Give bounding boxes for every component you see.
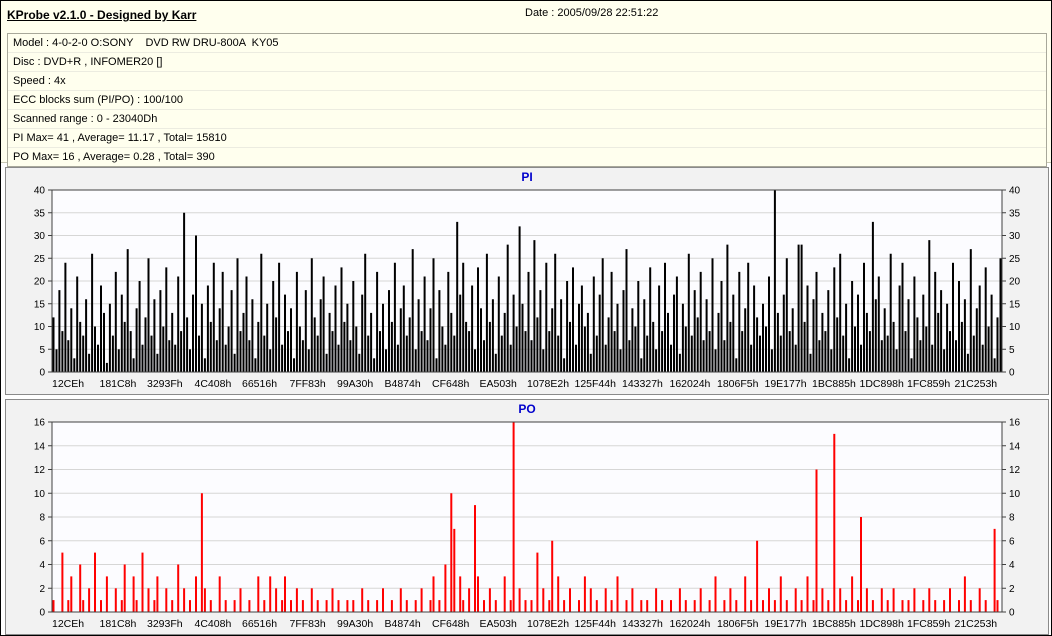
svg-text:20: 20 [1009, 277, 1021, 288]
x-axis-pi: 12CEh 181C8h 3293Fh 4C408h 66516h 7FF83h 99A30… [52, 378, 997, 390]
svg-text:12: 12 [1009, 465, 1021, 476]
svg-text:CF648h: CF648h [432, 378, 470, 390]
svg-text:0: 0 [39, 368, 45, 379]
svg-text:19E177h: 19E177h [765, 378, 807, 390]
svg-text:21C253h: 21C253h [955, 618, 998, 630]
svg-text:25: 25 [34, 254, 46, 265]
svg-text:4: 4 [1009, 560, 1015, 571]
svg-text:10: 10 [1009, 322, 1021, 333]
svg-text:3293Fh: 3293Fh [147, 618, 183, 630]
svg-text:143327h: 143327h [622, 378, 663, 390]
svg-text:EA503h: EA503h [480, 378, 518, 390]
svg-text:40: 40 [34, 186, 46, 197]
svg-text:15: 15 [1009, 299, 1021, 310]
scan-date: Date : 2005/09/28 22:51:22 [525, 7, 659, 19]
svg-text:125F44h: 125F44h [575, 378, 617, 390]
svg-text:2: 2 [39, 584, 45, 595]
svg-text:1078E2h: 1078E2h [527, 378, 569, 390]
info-line: ECC blocks sum (PI/PO) : 100/100 [8, 91, 1046, 110]
app-title: KProbe v2.1.0 - Designed by Karr [7, 8, 197, 22]
svg-text:16: 16 [1009, 418, 1021, 429]
svg-text:181C8h: 181C8h [100, 378, 137, 390]
svg-text:0: 0 [1009, 368, 1015, 379]
svg-text:7FF83h: 7FF83h [290, 618, 326, 630]
svg-text:16: 16 [34, 418, 46, 429]
chart-plot-pi: 0 0 5 5 10 10 15 15 20 20 25 25 30 30 35 35 40 40 12CEh 181… [34, 186, 1021, 390]
svg-text:4: 4 [39, 560, 45, 571]
kprobe-window: KProbe v2.1.0 - Designed by Karr Date : … [0, 0, 1052, 636]
svg-text:10: 10 [34, 322, 46, 333]
svg-text:5: 5 [39, 345, 45, 356]
svg-text:12CEh: 12CEh [52, 378, 84, 390]
chart-title-po: PO [518, 402, 536, 416]
info-line: PO Max= 16 , Average= 0.28 , Total= 390 [13, 151, 215, 163]
svg-text:3293Fh: 3293Fh [147, 378, 183, 390]
chart-title-pi: PI [521, 170, 533, 184]
svg-text:4C408h: 4C408h [195, 618, 232, 630]
x-axis-po: 12CEh 181C8h 3293Fh 4C408h 66516h 7FF83h 99A30… [52, 618, 997, 630]
svg-text:6: 6 [39, 536, 45, 547]
chart-plot-po: 0 0 2 2 4 4 6 6 8 8 10 10 12 12 14 14 16 16 12CEh 181C8h 329… [34, 418, 1021, 630]
svg-text:21C253h: 21C253h [955, 378, 998, 390]
svg-text:162024h: 162024h [670, 378, 711, 390]
svg-text:1DC898h: 1DC898h [860, 378, 905, 390]
svg-text:10: 10 [1009, 489, 1021, 500]
svg-text:66516h: 66516h [242, 378, 277, 390]
svg-text:1BC885h: 1BC885h [812, 378, 856, 390]
svg-text:10: 10 [34, 489, 46, 500]
svg-text:14: 14 [34, 441, 46, 452]
info-line: Model : 4-0-2-0 O:SONY DVD RW DRU-800A K… [8, 34, 1046, 53]
svg-text:7FF83h: 7FF83h [290, 378, 326, 390]
svg-text:1806F5h: 1806F5h [717, 378, 759, 390]
svg-text:0: 0 [39, 608, 45, 619]
svg-text:99A30h: 99A30h [337, 378, 373, 390]
svg-text:CF648h: CF648h [432, 618, 470, 630]
svg-text:30: 30 [1009, 231, 1021, 242]
svg-text:5: 5 [1009, 345, 1015, 356]
svg-text:4C408h: 4C408h [195, 378, 232, 390]
svg-text:99A30h: 99A30h [337, 618, 373, 630]
svg-text:1806F5h: 1806F5h [717, 618, 759, 630]
svg-text:EA503h: EA503h [480, 618, 518, 630]
svg-text:20: 20 [34, 277, 46, 288]
svg-text:1DC898h: 1DC898h [860, 618, 905, 630]
info-line: Disc : DVD+R , INFOMER20 [] [8, 53, 1046, 72]
svg-text:40: 40 [1009, 186, 1021, 197]
svg-text:30: 30 [34, 231, 46, 242]
scan-info-box: Model : 4-0-2-0 O:SONY DVD RW DRU-800A K… [7, 33, 1047, 167]
svg-text:181C8h: 181C8h [100, 618, 137, 630]
svg-text:143327h: 143327h [622, 618, 663, 630]
svg-text:0: 0 [1009, 608, 1015, 619]
charts-area: PI 0 0 5 5 10 10 15 15 20 20 25 25 30 30 35 35 40 40 12CEh 1… [1, 163, 1051, 635]
svg-text:125F44h: 125F44h [575, 618, 617, 630]
svg-text:8: 8 [1009, 513, 1015, 524]
info-line: Speed : 4x [8, 72, 1046, 91]
svg-text:35: 35 [1009, 208, 1021, 219]
svg-text:1FC859h: 1FC859h [907, 618, 950, 630]
svg-text:25: 25 [1009, 254, 1021, 265]
svg-text:35: 35 [34, 208, 46, 219]
svg-text:8: 8 [39, 513, 45, 524]
svg-text:14: 14 [1009, 441, 1021, 452]
svg-text:B4874h: B4874h [385, 378, 421, 390]
svg-text:B4874h: B4874h [385, 618, 421, 630]
svg-text:1078E2h: 1078E2h [527, 618, 569, 630]
svg-text:19E177h: 19E177h [765, 618, 807, 630]
svg-text:1BC885h: 1BC885h [812, 618, 856, 630]
info-line: Scanned range : 0 - 23040Dh [8, 110, 1046, 129]
header-panel: KProbe v2.1.0 - Designed by Karr Date : … [1, 1, 1051, 167]
svg-text:6: 6 [1009, 536, 1015, 547]
svg-text:2: 2 [1009, 584, 1015, 595]
svg-text:1FC859h: 1FC859h [907, 378, 950, 390]
svg-text:15: 15 [34, 299, 46, 310]
chart-panel-po: PO 0 0 2 2 4 4 6 6 8 8 10 10 12 12 14 14 16 16 12CEh 181C8h 3… [5, 399, 1049, 635]
svg-text:162024h: 162024h [670, 618, 711, 630]
svg-text:66516h: 66516h [242, 618, 277, 630]
chart-panel-pi: PI 0 0 5 5 10 10 15 15 20 20 25 25 30 30 35 35 40 40 12CEh 1… [5, 167, 1049, 395]
info-line: PI Max= 41 , Average= 11.17 , Total= 158… [8, 129, 1046, 148]
svg-text:12CEh: 12CEh [52, 618, 84, 630]
svg-text:12: 12 [34, 465, 46, 476]
